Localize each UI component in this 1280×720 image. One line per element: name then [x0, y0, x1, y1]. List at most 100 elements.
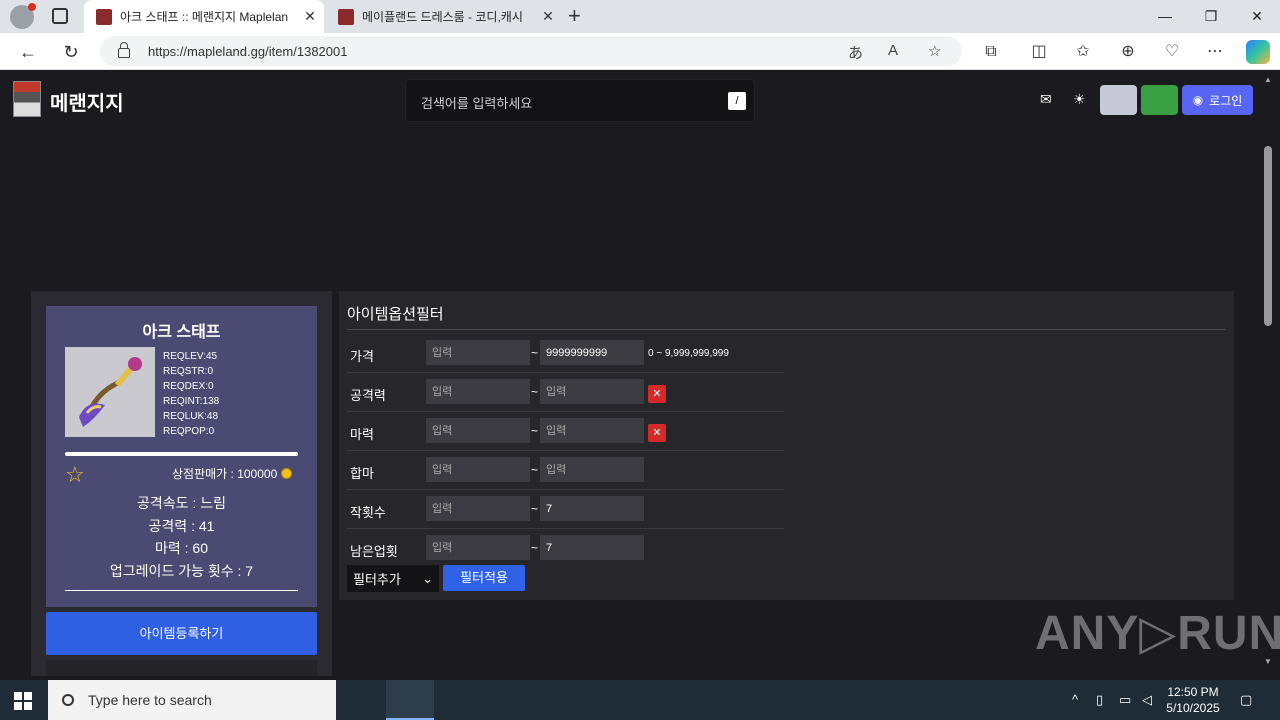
site-favicon-icon [338, 8, 354, 25]
task-view-icon[interactable] [336, 680, 384, 720]
price-min-input[interactable] [426, 340, 530, 365]
collections-icon[interactable]: ⊕ [1117, 41, 1139, 63]
money-bag-icon[interactable] [1141, 85, 1178, 115]
site-logo-icon[interactable] [13, 81, 41, 117]
ad-area [4, 129, 1260, 289]
filter-row-attack: 공격력 ~ ✕ [347, 373, 784, 412]
taskbar-search-input[interactable]: Type here to search [48, 680, 336, 720]
req-line: REQINT:138 [163, 396, 220, 407]
attack-min-input[interactable] [426, 379, 530, 404]
battery-icon[interactable]: ▯ [1096, 692, 1103, 708]
range-separator: ~ [531, 541, 539, 555]
web-page: 메랜지지 검색어를 입력하세요 / ✉ ☀ ◉ 로그인 아크 스태프 REQLE… [4, 71, 1260, 676]
minimize-icon[interactable]: — [1142, 0, 1188, 33]
add-filter-label: 필터추가 [353, 572, 401, 587]
filter-row-total-magic: 합마 ~ [347, 451, 784, 490]
book-icon[interactable] [1100, 85, 1137, 115]
windows-start-icon[interactable] [14, 692, 32, 710]
read-aloud-icon[interactable]: A [888, 42, 898, 59]
attack-max-input[interactable] [540, 379, 644, 404]
scrollbar-thumb[interactable] [1264, 146, 1272, 326]
window-close-icon[interactable]: ✕ [1234, 0, 1280, 33]
panel-below [46, 660, 317, 676]
extensions-icon[interactable]: ⧉ [980, 41, 1002, 63]
stat-line: 공격속도 : 느림 [137, 495, 226, 511]
translate-icon[interactable]: あ [848, 42, 863, 63]
tray-overflow-icon[interactable]: ^ [1072, 692, 1078, 707]
price-max-input[interactable] [540, 340, 644, 365]
range-separator: ~ [531, 502, 539, 516]
browser-tab-bar: 아크 스태프 :: 메랜지지 Maplelan ✕ 메이플랜드 드레스룸 - 코… [0, 0, 1280, 33]
register-item-button[interactable]: 아이템등록하기 [46, 612, 317, 655]
maximize-icon[interactable]: ❐ [1188, 0, 1234, 33]
url-field[interactable]: https://mapleland.gg/item/1382001 あ A ☆ [100, 36, 962, 66]
profile-icon[interactable] [10, 3, 36, 29]
tab-inactive[interactable]: 메이플랜드 드레스룸 - 코디,캐시 ✕ [326, 0, 562, 33]
site-header: 메랜지지 검색어를 입력하세요 / ✉ ☀ ◉ 로그인 [4, 71, 1260, 129]
performance-icon[interactable]: ♡ [1161, 41, 1183, 63]
notifications-icon[interactable]: ▢ [1240, 692, 1252, 708]
clock-time: 12:50 PM [1167, 685, 1219, 699]
favorite-star-icon[interactable]: ☆ [65, 462, 85, 488]
page-scrollbar[interactable]: ▲ ▼ [1260, 71, 1276, 676]
filter-label: 마력 [350, 427, 374, 442]
upgrade-count-min-input[interactable] [426, 496, 530, 521]
search-placeholder: 검색어를 입력하세요 [421, 96, 533, 111]
chevron-down-icon: ⌄ [422, 570, 433, 586]
network-icon[interactable]: ▭ [1119, 692, 1131, 708]
filter-row-upgrade-count: 작횟수 ~ [347, 490, 784, 529]
tab-title: 아크 스태프 :: 메랜지지 Maplelan [120, 10, 289, 24]
close-tab-icon[interactable]: ✕ [534, 8, 562, 25]
magic-max-input[interactable] [540, 418, 644, 443]
remove-filter-button[interactable]: ✕ [648, 385, 666, 403]
back-icon[interactable]: ← [15, 39, 41, 65]
edge-browser-icon[interactable] [386, 680, 434, 720]
add-filter-select[interactable]: 필터추가 ⌄ [347, 565, 439, 592]
remaining-min-input[interactable] [426, 535, 530, 560]
tab-actions-icon[interactable] [52, 8, 68, 24]
shop-price-text: 상점판매가 : 100000 [172, 467, 278, 481]
filter-title: 아이템옵션필터 [347, 306, 444, 323]
item-requirements: REQLEV:45 REQSTR:0 REQDEX:0 REQINT:138 R… [163, 349, 219, 439]
divider [347, 329, 1226, 330]
remove-filter-button[interactable]: ✕ [648, 424, 666, 442]
discord-login-button[interactable]: ◉ 로그인 [1182, 85, 1253, 115]
coin-icon [281, 468, 293, 479]
magic-min-input[interactable] [426, 418, 530, 443]
favorite-icon[interactable]: ☆ [928, 42, 941, 60]
filter-row-remaining-upgrades: 남은업횟 ~ [347, 529, 784, 568]
item-option-filter: 아이템옵션필터 가격 ~ 0 ~ 9,999,999,999 공격력 ~ ✕ 마… [339, 291, 1234, 600]
item-card: 아크 스태프 REQLEV:45 REQSTR:0 REQDEX:0 REQIN… [46, 306, 317, 607]
req-line: REQPOP:0 [163, 426, 215, 437]
divider [65, 590, 298, 591]
site-logo-text[interactable]: 메랜지지 [50, 87, 124, 116]
favorites-bar-icon[interactable]: ✩ [1072, 41, 1094, 63]
upgrade-count-max-input[interactable] [540, 496, 644, 521]
theme-toggle-icon[interactable]: ☀ [1073, 91, 1086, 108]
tab-active[interactable]: 아크 스태프 :: 메랜지지 Maplelan ✕ [84, 0, 324, 33]
discord-icon: ◉ [1192, 93, 1204, 107]
taskbar-clock[interactable]: 12:50 PM 5/10/2025 [1166, 684, 1220, 716]
split-screen-icon[interactable]: ◫ [1028, 41, 1050, 63]
range-separator: ~ [531, 463, 539, 477]
filter-label: 가격 [350, 349, 374, 364]
new-tab-icon[interactable]: + [568, 4, 581, 28]
volume-icon[interactable]: ◁ [1142, 692, 1152, 708]
search-shortcut-badge: / [728, 92, 746, 110]
stat-line: 마력 : 60 [154, 540, 208, 556]
firefox-icon[interactable] [484, 680, 532, 720]
mail-icon[interactable]: ✉ [1040, 91, 1052, 108]
remaining-max-input[interactable] [540, 535, 644, 560]
apply-filter-button[interactable]: 필터적용 [443, 565, 525, 591]
req-line: REQLUK:48 [163, 411, 219, 422]
close-tab-icon[interactable]: ✕ [296, 8, 324, 25]
more-icon[interactable]: ⋯ [1204, 41, 1226, 63]
refresh-icon[interactable]: ↻ [58, 39, 84, 65]
site-search-input[interactable]: 검색어를 입력하세요 / [405, 79, 755, 122]
address-bar: ← ↻ https://mapleland.gg/item/1382001 あ … [0, 33, 1280, 70]
scroll-up-icon[interactable]: ▲ [1264, 75, 1272, 84]
total-max-input[interactable] [540, 457, 644, 482]
total-min-input[interactable] [426, 457, 530, 482]
copilot-icon[interactable] [1246, 40, 1270, 64]
file-explorer-icon[interactable] [434, 680, 482, 720]
